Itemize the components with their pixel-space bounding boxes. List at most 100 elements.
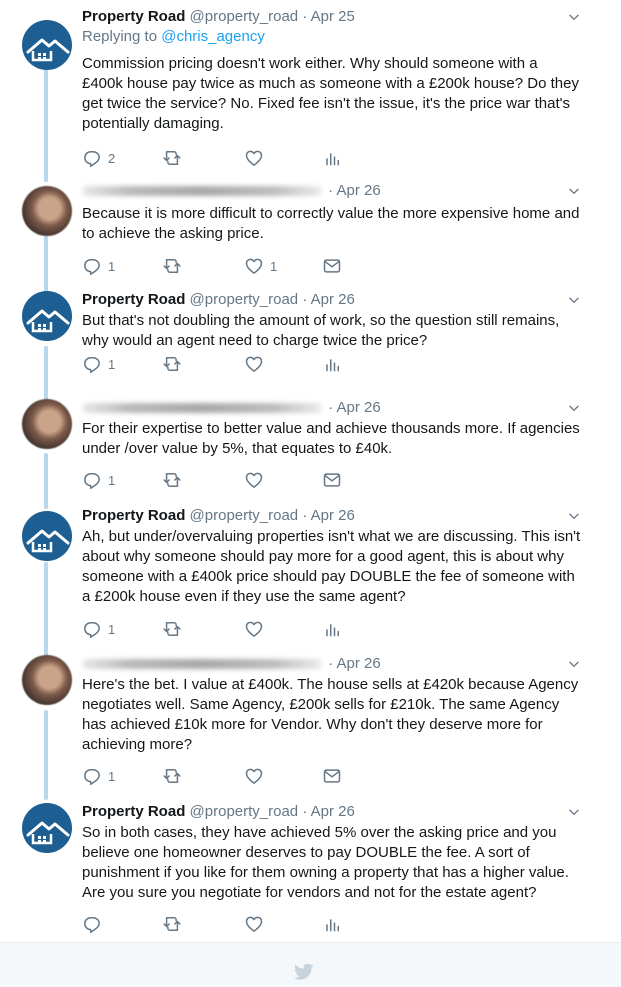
avatar[interactable] — [22, 803, 72, 853]
tweet-text: Here's the bet. I value at £400k. The ho… — [82, 676, 579, 753]
reply-button[interactable]: 1 — [82, 766, 115, 786]
tweet-date[interactable]: Apr 26 — [311, 291, 355, 308]
tweet-date[interactable]: Apr 26 — [311, 507, 355, 524]
reply-button[interactable]: 2 — [82, 148, 115, 168]
mail-icon — [323, 473, 341, 487]
tweet-date[interactable]: Apr 26 — [337, 399, 381, 416]
tweet: · Apr 26 Because it is more difficult to … — [0, 182, 621, 282]
author-name[interactable]: Property Road — [82, 507, 185, 524]
tweet-date[interactable]: Apr 25 — [311, 8, 355, 25]
tweet-actions: 11 — [82, 256, 542, 276]
tweet: · Apr 26 For their expertise to better va… — [0, 399, 621, 496]
like-icon — [245, 916, 263, 932]
like-button[interactable] — [244, 470, 264, 490]
retweet-button[interactable] — [162, 914, 182, 934]
analytics-button[interactable] — [322, 914, 342, 934]
avatar[interactable] — [22, 655, 72, 705]
author-handle[interactable]: @property_road — [190, 803, 299, 820]
retweet-button[interactable] — [162, 766, 182, 786]
like-count: 1 — [270, 258, 278, 274]
retweet-icon — [163, 769, 181, 783]
retweet-button[interactable] — [162, 619, 182, 639]
more-options-button[interactable] — [567, 805, 581, 819]
author-handle[interactable]: @property_road — [190, 291, 299, 308]
tweet-header: · Apr 26 — [82, 655, 381, 675]
more-options-button[interactable] — [567, 401, 581, 415]
direct-message-button[interactable] — [322, 470, 342, 490]
avatar[interactable] — [22, 399, 72, 449]
retweet-button[interactable] — [162, 256, 182, 276]
author-handle[interactable]: @property_road — [190, 507, 299, 524]
tweet-actions: 2 — [82, 148, 542, 168]
direct-message-button[interactable] — [322, 766, 342, 786]
tweet-date[interactable]: Apr 26 — [337, 655, 381, 672]
like-button[interactable]: 1 — [244, 256, 277, 276]
separator-dot: · — [302, 803, 308, 820]
like-button[interactable] — [244, 619, 264, 639]
reply-icon — [84, 151, 100, 167]
analytics-icon — [326, 359, 339, 372]
more-options-button[interactable] — [567, 657, 581, 671]
property-road-logo — [26, 38, 70, 62]
avatar[interactable] — [22, 186, 72, 236]
chevron-down-icon — [569, 297, 579, 303]
reply-button[interactable]: 1 — [82, 354, 115, 374]
like-icon — [245, 258, 263, 274]
reply-button[interactable]: 1 — [82, 256, 115, 276]
retweet-button[interactable] — [162, 148, 182, 168]
analytics-button[interactable] — [322, 619, 342, 639]
tweet-text: So in both cases, they have achieved 5% … — [82, 824, 569, 901]
tweet-date[interactable]: Apr 26 — [337, 182, 381, 199]
chevron-down-icon — [569, 809, 579, 815]
reply-icon — [84, 473, 100, 489]
author-name[interactable]: Property Road — [82, 8, 185, 25]
author-handle[interactable]: @property_road — [190, 8, 299, 25]
author-name[interactable]: Property Road — [82, 291, 185, 308]
like-icon — [245, 621, 263, 637]
more-options-button[interactable] — [567, 10, 581, 24]
like-button[interactable] — [244, 354, 264, 374]
tweet-text: Commission pricing doesn't work either. … — [82, 55, 579, 132]
reply-count: 1 — [108, 472, 116, 488]
retweet-icon — [163, 917, 181, 931]
analytics-button[interactable] — [322, 354, 342, 374]
author-name[interactable]: Property Road — [82, 803, 185, 820]
retweet-button[interactable] — [162, 354, 182, 374]
tweet: Property Road @property_road · Apr 26 But… — [0, 291, 621, 380]
reply-button[interactable]: 1 — [82, 470, 115, 490]
tweet-header: · Apr 26 — [82, 399, 381, 419]
like-button[interactable] — [244, 766, 264, 786]
tweet-text: Ah, but under/overvaluing properties isn… — [82, 528, 581, 605]
separator-dot: · — [328, 399, 334, 416]
like-button[interactable] — [244, 148, 264, 168]
more-options-button[interactable] — [567, 293, 581, 307]
retweet-icon — [163, 151, 181, 165]
direct-message-button[interactable] — [322, 256, 342, 276]
tweet-date[interactable]: Apr 26 — [311, 803, 355, 820]
separator-dot: · — [328, 182, 334, 199]
tweet-actions — [82, 914, 542, 934]
separator-dot: · — [328, 655, 334, 672]
more-options-button[interactable] — [567, 184, 581, 198]
replying-to-link[interactable]: @chris_agency — [161, 28, 265, 45]
reply-button[interactable]: 1 — [82, 619, 115, 639]
retweet-button[interactable] — [162, 470, 182, 490]
more-options-button[interactable] — [567, 509, 581, 523]
avatar[interactable] — [22, 291, 72, 341]
retweet-icon — [163, 622, 181, 636]
twitter-bird-icon[interactable] — [294, 963, 314, 981]
tweet-text: Because it is more difficult to correctl… — [82, 205, 580, 242]
reply-button[interactable] — [82, 914, 102, 934]
like-icon — [245, 356, 263, 372]
chevron-down-icon — [569, 14, 579, 20]
analytics-button[interactable] — [322, 148, 342, 168]
analytics-icon — [326, 624, 339, 637]
separator-dot: · — [302, 291, 308, 308]
chevron-down-icon — [569, 661, 579, 667]
like-button[interactable] — [244, 914, 264, 934]
reply-icon — [84, 622, 100, 638]
redacted-author-name — [82, 186, 322, 197]
avatar[interactable] — [22, 511, 72, 561]
tweet: Property Road @property_road · Apr 25 Rep… — [0, 8, 621, 174]
avatar[interactable] — [22, 20, 72, 70]
